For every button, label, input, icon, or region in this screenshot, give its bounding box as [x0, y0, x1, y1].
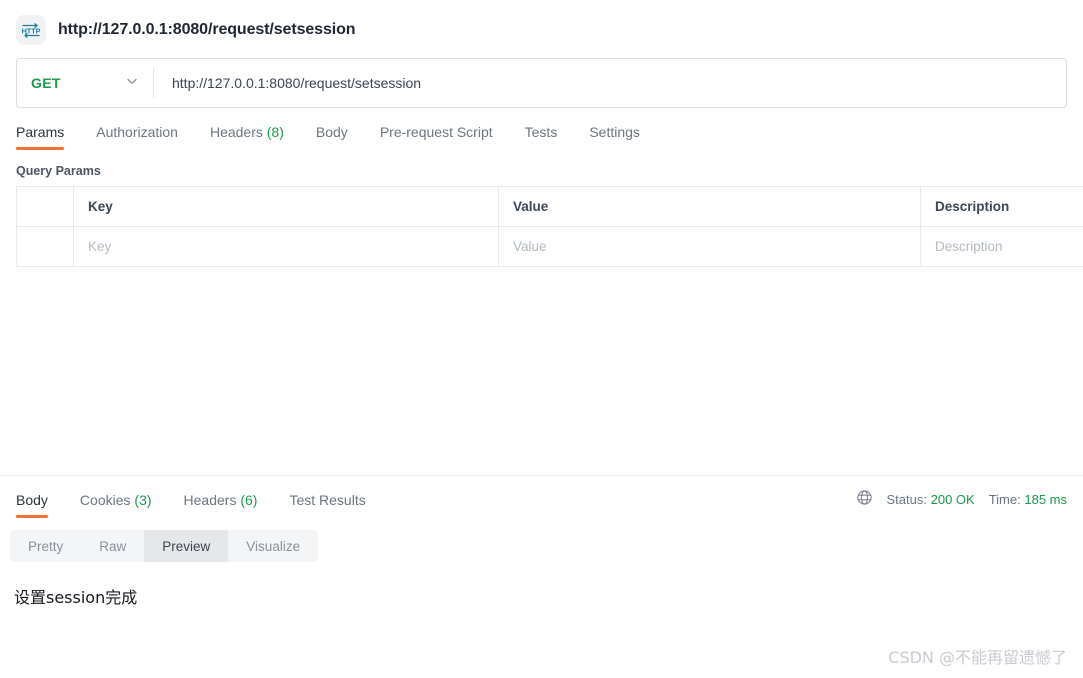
tab-params[interactable]: Params [16, 123, 80, 150]
response-body-preview: 设置session完成 [14, 588, 138, 607]
watermark: CSDN @不能再留遗憾了 [888, 648, 1067, 667]
format-tab-pretty[interactable]: Pretty [10, 530, 81, 562]
request-tabs: Params Authorization Headers (8) Body Pr… [0, 108, 1083, 150]
svg-text:HTTP: HTTP [22, 27, 41, 36]
table-header-row: Key Value Description [17, 187, 1083, 227]
tab-settings[interactable]: Settings [573, 123, 656, 150]
response-header: Body Cookies (3) Headers (6) Test Result… [0, 476, 1083, 518]
time-value: 185 ms [1024, 491, 1067, 507]
tab-headers-count: (8) [266, 124, 284, 140]
table-row: Key Value Description [17, 227, 1083, 267]
tab-params-label: Params [16, 124, 65, 140]
column-header-key: Key [74, 187, 499, 226]
format-tab-preview[interactable]: Preview [144, 530, 229, 562]
tab-body-label: Body [315, 124, 348, 140]
query-params-table: Key Value Description Key Value Descript… [16, 186, 1083, 267]
response-meta: Status: 200 OK Time: 185 ms [856, 489, 1067, 518]
status-badge: Status: 200 OK [887, 492, 975, 507]
format-tab-raw[interactable]: Raw [81, 530, 144, 562]
time-badge: Time: 185 ms [989, 492, 1067, 507]
tab-pre-request-script[interactable]: Pre-request Script [364, 123, 509, 150]
response-tab-body[interactable]: Body [16, 491, 64, 518]
status-label: Status: [886, 491, 927, 507]
response-format-switch: Pretty Raw Preview Visualize [10, 530, 319, 562]
globe-icon [856, 489, 873, 509]
response-tab-cookies-count: (3) [134, 492, 152, 508]
tab-body[interactable]: Body [300, 123, 364, 150]
response-format-switch-container: Pretty Raw Preview Visualize [0, 518, 1083, 562]
tab-headers-label: Headers [209, 124, 263, 140]
response-tab-body-label: Body [16, 492, 48, 508]
tab-authorization-label: Authorization [96, 124, 178, 140]
page-title: http://127.0.0.1:8080/request/setsession [58, 21, 356, 38]
url-input[interactable]: http://127.0.0.1:8080/request/setsession [154, 59, 1066, 107]
response-tab-test-results-label: Test Results [289, 492, 366, 508]
query-params-title: Query Params [16, 164, 101, 178]
http-protocol-icon: HTTP [16, 15, 46, 45]
response-tab-cookies[interactable]: Cookies (3) [64, 491, 168, 518]
status-value: 200 OK [930, 491, 975, 507]
method-label: GET [31, 75, 61, 91]
response-tab-headers[interactable]: Headers (6) [168, 491, 274, 518]
method-select[interactable]: GET [17, 59, 153, 107]
time-label: Time: [988, 491, 1021, 507]
response-tab-cookies-label: Cookies [79, 492, 131, 508]
response-tab-test-results[interactable]: Test Results [273, 491, 381, 518]
param-description-input[interactable]: Description [921, 227, 1083, 266]
tab-headers[interactable]: Headers (8) [194, 123, 300, 150]
url-bar-container: GET http://127.0.0.1:8080/request/setses… [0, 50, 1083, 108]
param-key-input[interactable]: Key [74, 227, 499, 266]
tab-tests-label: Tests [524, 124, 558, 140]
tab-pre-request-script-label: Pre-request Script [379, 124, 493, 140]
column-header-value: Value [499, 187, 921, 226]
tab-settings-label: Settings [589, 124, 640, 140]
tab-tests[interactable]: Tests [509, 123, 574, 150]
response-tabs: Body Cookies (3) Headers (6) Test Result… [16, 491, 382, 518]
chevron-down-icon [125, 74, 139, 93]
tab-authorization[interactable]: Authorization [80, 123, 194, 150]
response-tab-headers-label: Headers [183, 492, 237, 508]
select-all-cell [17, 187, 74, 226]
column-header-description: Description [935, 199, 1010, 214]
format-tab-visualize[interactable]: Visualize [228, 530, 318, 562]
request-header: HTTP http://127.0.0.1:8080/request/setse… [0, 0, 1083, 50]
param-value-input[interactable]: Value [499, 227, 921, 266]
response-tab-headers-count: (6) [240, 492, 258, 508]
url-bar: GET http://127.0.0.1:8080/request/setses… [16, 58, 1067, 108]
row-checkbox-cell[interactable] [17, 227, 74, 266]
